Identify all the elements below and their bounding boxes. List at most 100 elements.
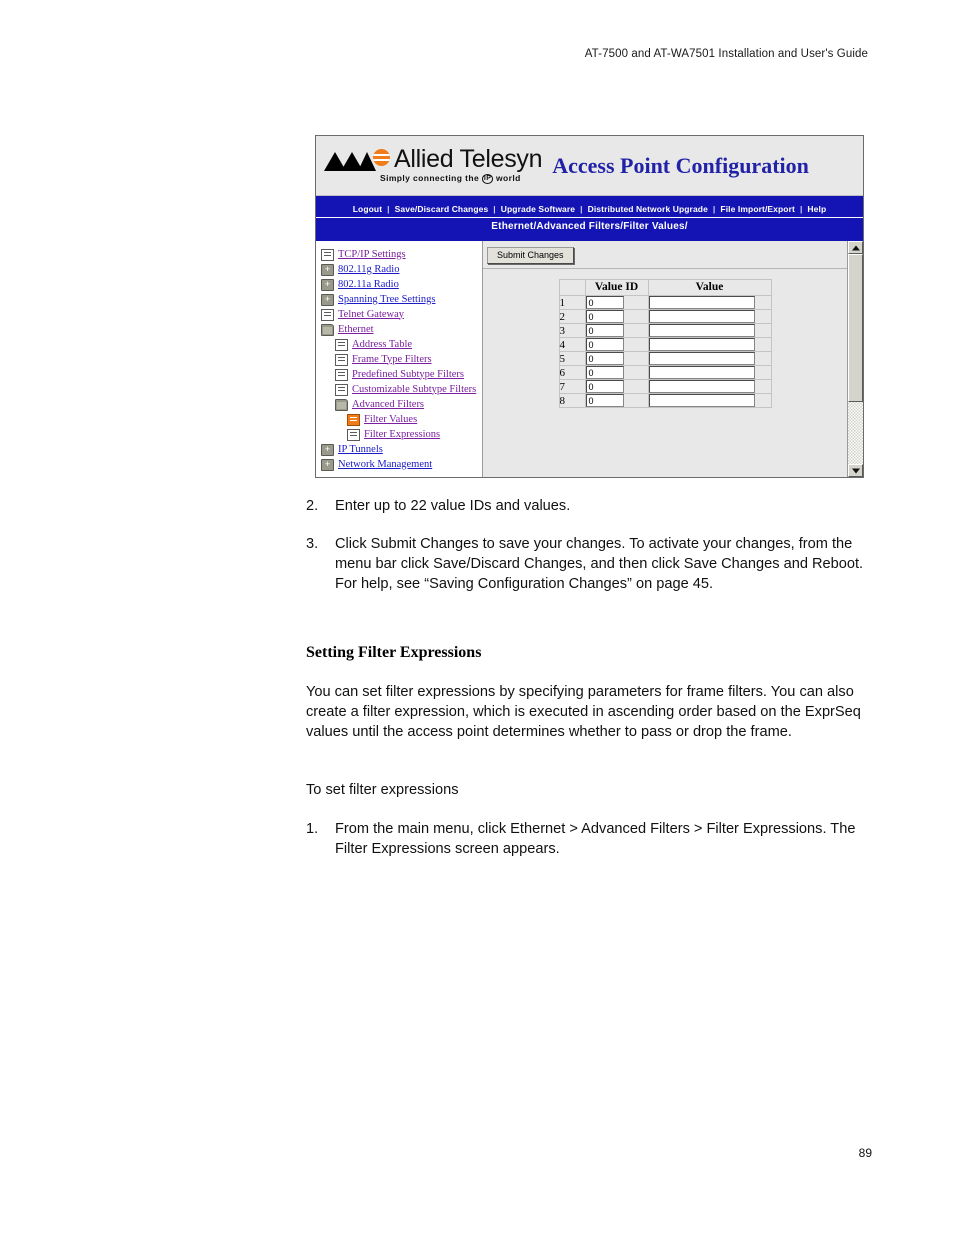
folder-open-icon (321, 323, 334, 336)
scroll-down-button[interactable] (848, 464, 863, 477)
value-cell (647, 323, 772, 338)
value-id-input[interactable]: 0 (585, 394, 624, 407)
tree-item-label[interactable]: Frame Type Filters (352, 354, 432, 366)
tree-item-frame-type-filters[interactable]: Frame Type Filters (321, 352, 482, 367)
tree-item-802-11a-radio[interactable]: 802.11a Radio (321, 277, 482, 292)
scrollbar-track[interactable] (848, 402, 863, 464)
value-input[interactable] (648, 296, 755, 309)
folder-open-icon (335, 398, 348, 411)
tree-item-label[interactable]: Customizable Subtype Filters (352, 384, 476, 396)
tree-item-advanced-filters[interactable]: Advanced Filters (321, 397, 482, 412)
row-index: 7 (558, 379, 586, 394)
menu-item-logout[interactable]: Logout (348, 204, 387, 214)
tree-item-ip-tunnels[interactable]: IP Tunnels (321, 442, 482, 457)
tree-item-label[interactable]: Filter Expressions (364, 429, 440, 441)
folder-plus-icon (321, 278, 334, 291)
value-input[interactable] (648, 394, 755, 407)
scroll-up-button[interactable] (848, 241, 863, 254)
tree-item-label[interactable]: Telnet Gateway (338, 309, 404, 321)
tree-item-tcp-ip-settings[interactable]: TCP/IP Settings (321, 247, 482, 262)
ip-circle-icon: IP (481, 174, 494, 184)
pane-toolbar: Submit Changes (483, 241, 847, 269)
value-input[interactable] (648, 324, 755, 337)
value-cell (647, 309, 772, 324)
tree-item-label[interactable]: TCP/IP Settings (338, 249, 406, 261)
value-input[interactable] (648, 352, 755, 365)
logo-wordmark: Allied Telesyn (394, 145, 543, 173)
menu-item-distributed-network-upgrade[interactable]: Distributed Network Upgrade (583, 204, 713, 214)
screenshot-figure: Allied Telesyn Simply connecting the IP … (315, 135, 864, 478)
allied-telesyn-mark-icon (324, 148, 390, 172)
value-id-input[interactable]: 0 (585, 366, 624, 379)
value-id-input[interactable]: 0 (585, 296, 624, 309)
value-id-cell: 0 (584, 309, 649, 324)
logo-tagline: Simply connecting the IP world (324, 173, 542, 184)
tree-item-label[interactable]: 802.11a Radio (338, 279, 399, 291)
table-head: Value ID Value (558, 279, 772, 296)
tree-item-predefined-subtype-filters[interactable]: Predefined Subtype Filters (321, 367, 482, 382)
tree-item-label[interactable]: Address Table (352, 339, 412, 351)
value-id-cell: 0 (584, 393, 649, 408)
value-id-input[interactable]: 0 (585, 338, 624, 351)
value-cell (647, 393, 772, 408)
tree-item-address-table[interactable]: Address Table (321, 337, 482, 352)
document-icon (335, 383, 348, 396)
paragraph-1-wrap: You can set filter expressions by specif… (306, 682, 876, 742)
value-id-input[interactable]: 0 (585, 324, 624, 337)
value-id-cell: 0 (584, 379, 649, 394)
row-index: 1 (558, 295, 586, 310)
tree-item-ethernet[interactable]: Ethernet (321, 322, 482, 337)
table-row: 80 (558, 393, 772, 408)
tree-item-filter-expressions[interactable]: Filter Expressions (321, 427, 482, 442)
table-body: 1020304050607080 (558, 295, 772, 408)
menu-item-file-import-export[interactable]: File Import/Export (715, 204, 800, 214)
column-header-value-id: Value ID (584, 279, 649, 296)
tree-item-802-11g-radio[interactable]: 802.11g Radio (321, 262, 482, 277)
tree-item-label[interactable]: Network Management (338, 459, 432, 471)
value-id-input[interactable]: 0 (585, 352, 624, 365)
window-vertical-scrollbar[interactable] (847, 241, 863, 477)
tree-item-telnet-gateway[interactable]: Telnet Gateway (321, 307, 482, 322)
table-row: 70 (558, 379, 772, 394)
tree-item-label[interactable]: Ethernet (338, 324, 374, 336)
value-input[interactable] (648, 338, 755, 351)
value-input[interactable] (648, 366, 755, 379)
value-input[interactable] (648, 380, 755, 393)
tree-item-label[interactable]: IP Tunnels (338, 444, 383, 456)
navigation-tree: TCP/IP Settings 802.11g Radio 802.11a Radi… (316, 241, 483, 477)
tree-item-label[interactable]: 802.11g Radio (338, 264, 399, 276)
value-cell (647, 351, 772, 366)
tree-item-customizable-subtype-filters[interactable]: Customizable Subtype Filters (321, 382, 482, 397)
folder-plus-icon (321, 458, 334, 471)
tree-item-network-management[interactable]: Network Management (321, 457, 482, 472)
row-index: 2 (558, 309, 586, 324)
scrollbar-thumb[interactable] (848, 254, 863, 402)
tree-item-spanning-tree-settings[interactable]: Spanning Tree Settings (321, 292, 482, 307)
value-id-input[interactable]: 0 (585, 310, 624, 323)
section-heading-wrap: Setting Filter Expressions (306, 643, 876, 663)
value-id-cell: 0 (584, 323, 649, 338)
menu-item-save-discard-changes[interactable]: Save/Discard Changes (390, 204, 494, 214)
page-running-header: AT-7500 and AT-WA7501 Installation and U… (584, 48, 868, 60)
value-input[interactable] (648, 310, 755, 323)
tree-item-label[interactable]: Predefined Subtype Filters (352, 369, 464, 381)
submit-changes-button[interactable]: Submit Changes (487, 247, 574, 264)
value-id-input[interactable]: 0 (585, 380, 624, 393)
app-title: Access Point Configuration (552, 152, 809, 178)
value-id-cell: 0 (584, 365, 649, 380)
tree-item-label[interactable]: Advanced Filters (352, 399, 424, 411)
app-menubar: Logout | Save/Discard Changes | Upgrade Soft… (316, 201, 863, 217)
menu-item-upgrade-software[interactable]: Upgrade Software (496, 204, 580, 214)
step-text: From the main menu, click Ethernet > Adv… (335, 821, 856, 857)
table-row: 20 (558, 309, 772, 324)
logo-tagline-after: world (496, 173, 521, 183)
folder-plus-icon (321, 263, 334, 276)
tree-item-label[interactable]: Spanning Tree Settings (338, 294, 435, 306)
filter-values-table-wrap: Value ID Value 1020304050607080 (483, 269, 847, 477)
paragraph-1: You can set filter expressions by specif… (306, 684, 861, 740)
menu-item-help[interactable]: Help (802, 204, 831, 214)
row-index: 8 (558, 393, 586, 408)
tree-item-label[interactable]: Filter Values (364, 414, 417, 426)
tree-item-filter-values[interactable]: Filter Values (321, 412, 482, 427)
value-id-cell: 0 (584, 351, 649, 366)
